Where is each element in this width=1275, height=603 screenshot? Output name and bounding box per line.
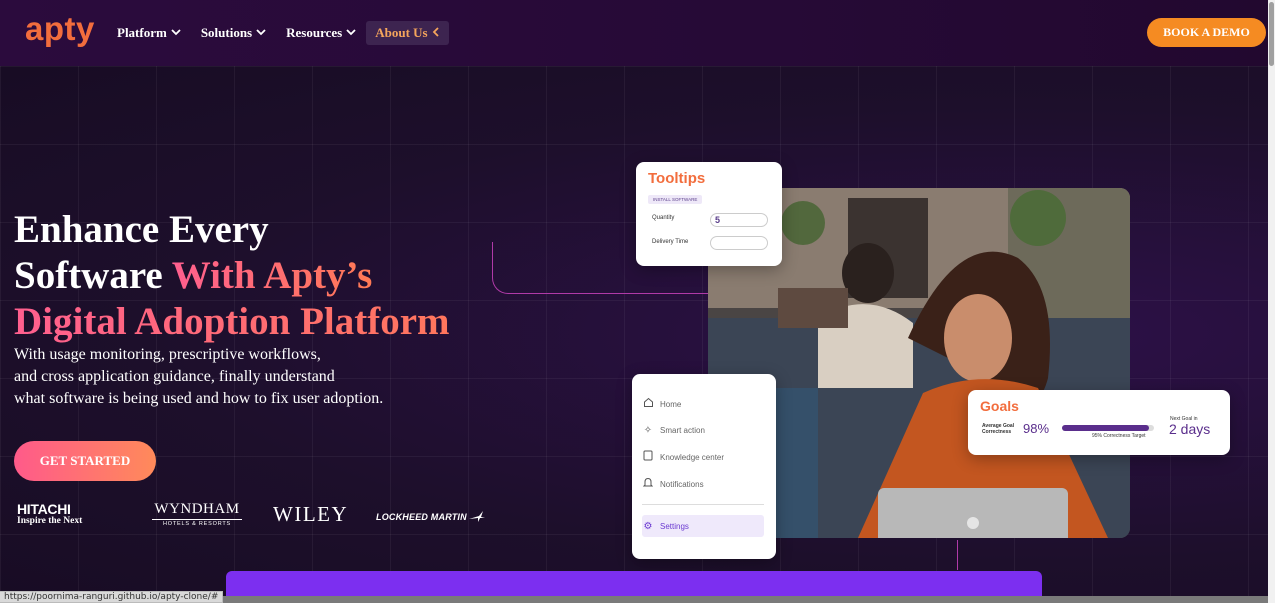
menu-divider [642, 504, 764, 505]
headline-line-2: Software With Apty’s [14, 253, 514, 299]
nav-item-label: Resources [286, 25, 343, 40]
hitachi-tagline: Inspire the Next [17, 516, 83, 526]
nav-item-platform[interactable]: Platform [117, 21, 181, 45]
chevron-down-icon [171, 28, 181, 39]
wyndham-tagline: HOTELS & RESORTS [152, 519, 242, 528]
correctness-target-label: 95% Correctness Target [1092, 433, 1146, 439]
home-icon [642, 397, 654, 411]
chevron-left-icon [432, 26, 440, 40]
top-navigation: apty Platform Solutions Resources About … [0, 0, 1268, 66]
subtext-line: With usage monitoring, prescriptive work… [14, 346, 321, 363]
star-icon [468, 510, 485, 524]
nav-item-solutions[interactable]: Solutions [201, 21, 266, 45]
hero-headline: Enhance Every Software With Apty’s Digit… [14, 207, 514, 345]
horizontal-scrollbar[interactable] [222, 596, 1268, 603]
nav-item-resources[interactable]: Resources [286, 21, 356, 45]
next-goal-value: 2 days [1169, 421, 1211, 437]
connector-line [957, 540, 958, 570]
sparkle-icon: ✧ [643, 424, 653, 436]
chevron-down-icon [256, 28, 266, 39]
menu-item-notifications[interactable]: Notifications [642, 474, 764, 494]
delivery-time-label: Delivery Time [652, 239, 689, 245]
correctness-progress-bar [1062, 425, 1154, 431]
goals-card: Goals Average Goal Correctness 98% 95% C… [968, 390, 1230, 455]
nav-item-label: About Us [375, 25, 428, 40]
subtext-line: what software is being used and how to f… [14, 390, 384, 407]
average-correctness-value: 98% [1023, 421, 1050, 436]
install-software-tag: INSTALL SOFTWARE [648, 195, 703, 204]
status-bar-url: https://poornima-ranguri.github.io/apty-… [0, 591, 224, 603]
headline-line-3: Digital Adoption Platform [14, 299, 514, 345]
tooltips-title: Tooltips [648, 170, 706, 187]
menu-item-knowledge-center[interactable]: Knowledge center [642, 447, 764, 467]
menu-item-label: Knowledge center [660, 452, 725, 462]
lockheed-wordmark: LOCKHEED MARTIN [376, 512, 467, 522]
gear-icon: ⚙ [643, 520, 653, 532]
quantity-label: Quantity [652, 215, 675, 221]
progress-fill [1062, 425, 1150, 431]
menu-item-label: Home [660, 399, 682, 409]
subtext-line: and cross application guidance, finally … [14, 368, 335, 385]
headline-plain: Software [14, 254, 172, 297]
menu-item-label: Settings [660, 521, 689, 531]
book-demo-button[interactable]: BOOK A DEMO [1147, 18, 1266, 47]
headline-accent: With Apty’s [171, 254, 373, 297]
wyndham-logo: WYNDHAM HOTELS & RESORTS [152, 502, 242, 528]
average-correctness-label: Average Goal Correctness [982, 423, 1014, 435]
book-icon [642, 450, 654, 464]
menu-item-label: Notifications [660, 479, 704, 489]
hitachi-logo: HITACHI Inspire the Next [17, 502, 82, 527]
nav-item-about-us[interactable]: About Us [366, 21, 449, 45]
hero-subtext: With usage monitoring, prescriptive work… [14, 344, 434, 410]
wyndham-wordmark: WYNDHAM [154, 501, 240, 517]
get-started-button[interactable]: GET STARTED [14, 441, 156, 481]
menu-card: Home ✧ Smart action Knowledge center Not… [632, 374, 776, 559]
wiley-logo: WILEY [273, 502, 349, 526]
menu-item-label: Smart action [660, 425, 705, 435]
vertical-scrollbar[interactable] [1268, 0, 1275, 603]
avg-label-line: Correctness [982, 429, 1012, 435]
chevron-down-icon [346, 28, 356, 39]
delivery-time-field[interactable] [710, 236, 768, 250]
menu-item-smart-action[interactable]: ✧ Smart action [642, 420, 764, 440]
bell-icon [642, 477, 654, 491]
scrollbar-thumb[interactable] [1269, 2, 1274, 66]
nav-item-label: Solutions [200, 25, 253, 40]
goals-title: Goals [980, 398, 1019, 414]
nav-links: Platform Solutions Resources About Us [117, 21, 469, 45]
menu-item-settings[interactable]: ⚙ Settings [642, 515, 764, 537]
headline-line-1: Enhance Every [14, 208, 269, 251]
nav-item-label: Platform [117, 25, 167, 40]
quantity-field[interactable]: 5 [710, 213, 768, 227]
tooltips-card: Tooltips INSTALL SOFTWARE Quantity 5 Del… [636, 162, 782, 266]
lockheed-martin-logo: LOCKHEED MARTIN [376, 510, 485, 524]
hitachi-wordmark: HITACHI [17, 501, 71, 517]
apty-logo[interactable]: apty [25, 10, 95, 48]
menu-item-home[interactable]: Home [642, 394, 764, 414]
